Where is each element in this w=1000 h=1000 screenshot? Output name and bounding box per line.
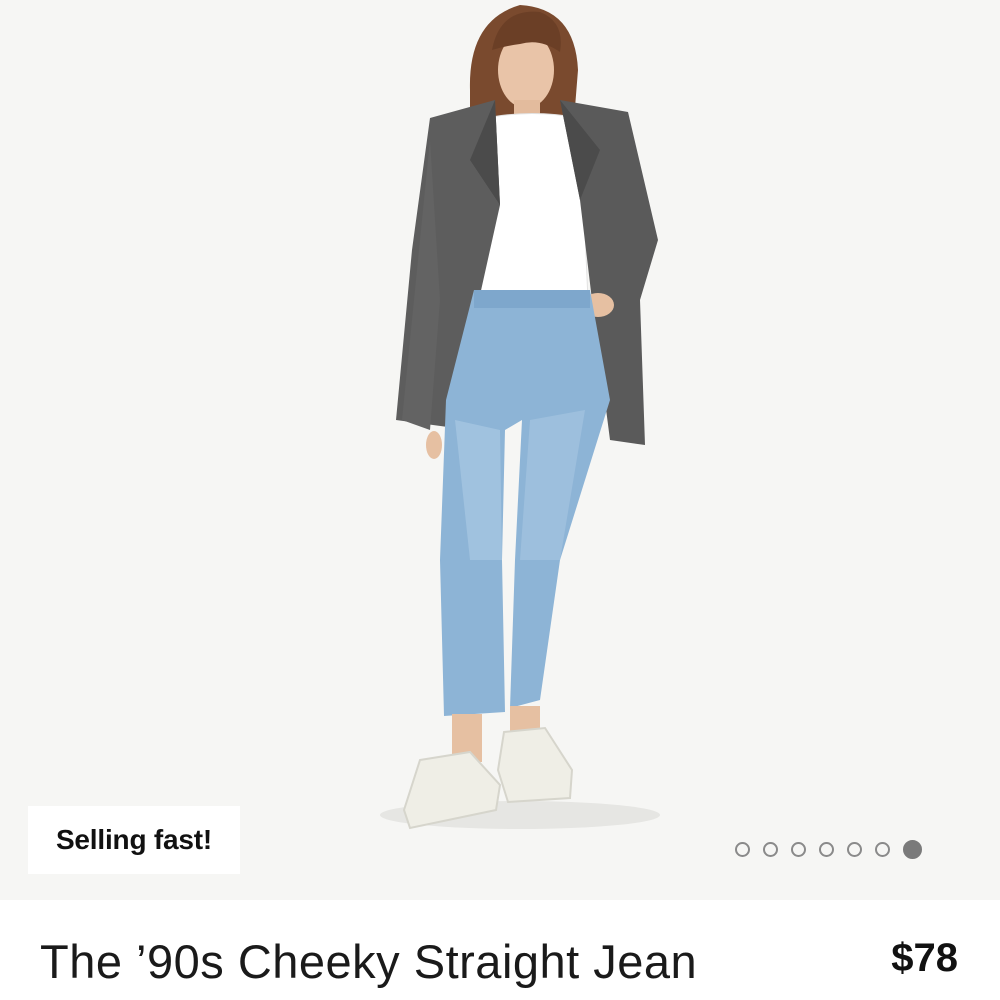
carousel-indicator[interactable] — [735, 840, 922, 859]
carousel-dot[interactable] — [791, 842, 806, 857]
model-illustration — [380, 5, 660, 830]
product-title[interactable]: The ’90s Cheeky Straight Jean — [40, 934, 697, 989]
carousel-dot[interactable] — [875, 842, 890, 857]
carousel-dot[interactable] — [847, 842, 862, 857]
carousel-dot[interactable] — [735, 842, 750, 857]
carousel-dot[interactable] — [819, 842, 834, 857]
product-image[interactable]: Selling fast! — [0, 0, 1000, 900]
carousel-dot-active[interactable] — [903, 840, 922, 859]
selling-fast-badge: Selling fast! — [28, 806, 240, 874]
product-price: $78 — [891, 936, 958, 980]
carousel-dot[interactable] — [763, 842, 778, 857]
